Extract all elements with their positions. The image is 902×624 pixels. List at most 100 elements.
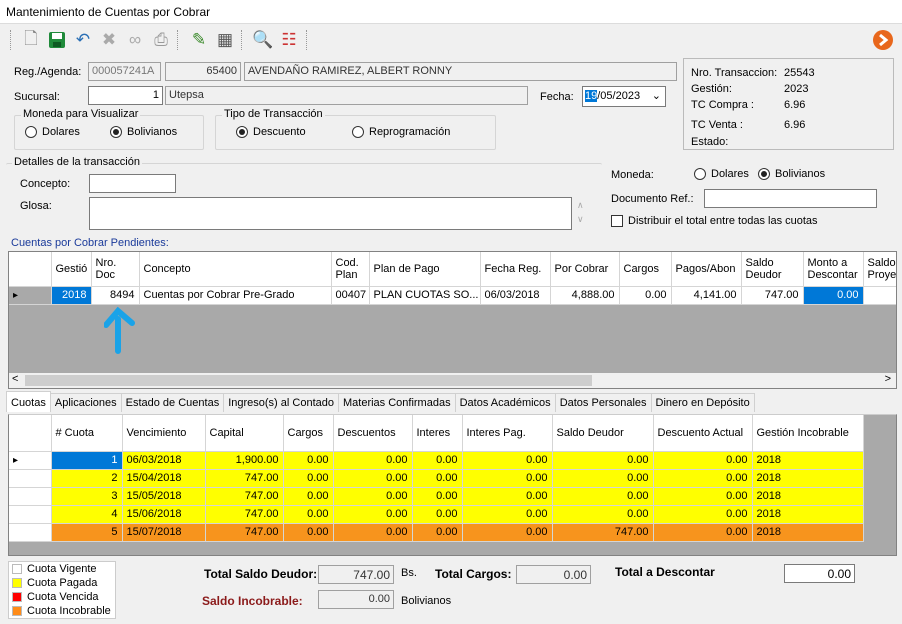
cuota-row[interactable]: ▸ 1 06/03/2018 1,900.00 0.00 0.00 0.00 0.00 0.00…	[9, 451, 864, 470]
cuentas-cell[interactable]: 00407	[331, 286, 370, 305]
preview-icon[interactable]: 🔍	[252, 29, 274, 51]
cuotas-col-header[interactable]: Descuento Actual	[653, 415, 753, 452]
radio-bolivianos[interactable]: Bolivianos	[110, 126, 177, 138]
cuentas-cell[interactable]: 2018	[51, 286, 92, 305]
cuota-cell[interactable]: 0.00	[653, 487, 753, 506]
cuota-cell[interactable]: 1,900.00	[205, 451, 284, 470]
cuota-cell[interactable]: 0.00	[653, 451, 753, 470]
report-icon[interactable]: ☷	[278, 29, 300, 51]
row-selector-icon[interactable]	[9, 469, 52, 488]
cuotas-col-header[interactable]: Vencimiento	[122, 415, 206, 452]
radio-moneda-dolares[interactable]: Dolares	[694, 168, 749, 180]
cuota-cell[interactable]: 0.00	[333, 451, 413, 470]
cuentas-cell[interactable]: 0.00	[803, 286, 864, 305]
cuota-cell[interactable]: 0.00	[283, 523, 334, 542]
cuota-cell[interactable]: 4	[51, 505, 123, 524]
cuota-cell[interactable]: 0.00	[552, 505, 654, 524]
cuotas-col-header[interactable]: Cargos	[283, 415, 334, 452]
glosa-textarea[interactable]	[89, 197, 572, 230]
cuota-cell[interactable]: 15/05/2018	[122, 487, 206, 506]
cuotas-col-header[interactable]: Descuentos	[333, 415, 413, 452]
concepto-input[interactable]	[89, 174, 176, 193]
tab-datos-acad-micos[interactable]: Datos Académicos	[454, 393, 556, 412]
cuentas-cell[interactable]: 4,141.00	[671, 286, 742, 305]
next-icon[interactable]	[872, 29, 894, 51]
cuentas-col-header[interactable]: Cod. Plan	[331, 252, 370, 287]
cuota-cell[interactable]: 0.00	[283, 451, 334, 470]
reg-code-field[interactable]: 000057241A	[88, 62, 161, 81]
cuota-cell[interactable]: 0.00	[653, 469, 753, 488]
link-icon[interactable]: ∞	[124, 29, 146, 51]
cuota-cell[interactable]: 2018	[752, 487, 864, 506]
tab-dinero-en-dep-sito[interactable]: Dinero en Depósito	[650, 393, 755, 412]
save-icon[interactable]	[46, 29, 68, 51]
cuota-cell[interactable]: 0.00	[462, 505, 553, 524]
cuota-cell[interactable]: 1	[51, 451, 123, 470]
cuota-cell[interactable]: 0.00	[333, 469, 413, 488]
cuota-row[interactable]: 4 15/06/2018 747.00 0.00 0.00 0.00 0.00 0.00 0.0…	[9, 505, 864, 524]
row-selector-icon[interactable]	[9, 487, 52, 506]
chevron-down-icon[interactable]: ⌄	[652, 89, 661, 102]
radio-moneda-bolivianos[interactable]: Bolivianos	[758, 168, 825, 180]
tab-estado-de-cuentas[interactable]: Estado de Cuentas	[120, 393, 225, 412]
cuota-cell[interactable]: 2	[51, 469, 123, 488]
sucursal-num-field[interactable]: 1	[88, 86, 163, 105]
cuotas-col-header[interactable]: Saldo Deudor	[552, 415, 654, 452]
row-selector-icon[interactable]	[9, 523, 52, 542]
cuentas-col-header[interactable]: Gestió	[51, 252, 92, 287]
cuota-cell[interactable]: 15/06/2018	[122, 505, 206, 524]
cuentas-col-header[interactable]: Concepto	[139, 252, 332, 287]
scroll-left-icon[interactable]: <	[12, 373, 18, 385]
cuotas-col-header[interactable]: Capital	[205, 415, 284, 452]
docref-input[interactable]	[704, 189, 877, 208]
cuentas-cell[interactable]: 747.00	[741, 286, 804, 305]
cuota-row[interactable]: 5 15/07/2018 747.00 0.00 0.00 0.00 0.00 747.00 0…	[9, 523, 864, 542]
tab-materias-confirmadas[interactable]: Materias Confirmadas	[337, 393, 456, 412]
cuotas-col-header[interactable]: Interes	[412, 415, 463, 452]
reg-num-field[interactable]: 65400	[165, 62, 241, 81]
cuotas-col-header[interactable]: Gestión Incobrable	[752, 415, 864, 452]
cuentas-cell[interactable]: PLAN CUOTAS SO...	[369, 286, 481, 305]
calculator-icon[interactable]: ▦	[214, 29, 236, 51]
checkbox-box[interactable]	[611, 215, 623, 227]
cuota-cell[interactable]: 747.00	[205, 469, 284, 488]
cuota-cell[interactable]: 0.00	[653, 505, 753, 524]
tab-ingreso-s-al-contado[interactable]: Ingreso(s) al Contado	[223, 393, 339, 412]
cuentas-col-header[interactable]: Plan de Pago	[369, 252, 481, 287]
cuota-cell[interactable]: 747.00	[205, 487, 284, 506]
cuentas-cell[interactable]: 8494	[91, 286, 140, 305]
cuota-cell[interactable]: 2018	[752, 505, 864, 524]
cuentas-cell[interactable]	[863, 286, 896, 305]
cuentas-cell[interactable]: Cuentas por Cobrar Pre-Grado	[139, 286, 332, 305]
cuota-cell[interactable]: 06/03/2018	[122, 451, 206, 470]
cuota-cell[interactable]: 15/04/2018	[122, 469, 206, 488]
cuota-row[interactable]: 2 15/04/2018 747.00 0.00 0.00 0.00 0.00 0.00 0.0…	[9, 469, 864, 488]
cuota-cell[interactable]: 2018	[752, 469, 864, 488]
cuota-cell[interactable]: 0.00	[552, 451, 654, 470]
cuentas-col-header[interactable]: Pagos/Abon	[671, 252, 742, 287]
cuotas-col-header[interactable]: # Cuota	[51, 415, 123, 452]
cuota-cell[interactable]: 0.00	[283, 469, 334, 488]
cuentas-cell[interactable]: 0.00	[619, 286, 672, 305]
cuota-cell[interactable]: 3	[51, 487, 123, 506]
distribuir-checkbox[interactable]: Distribuir el total entre todas las cuot…	[611, 215, 818, 227]
cuentas-col-header[interactable]: Monto a Descontar	[803, 252, 864, 287]
row-selector-icon[interactable]: ▸	[9, 451, 52, 470]
delete-icon[interactable]: ✖	[98, 29, 120, 51]
edit-icon[interactable]: ✎	[188, 29, 210, 51]
cuota-cell[interactable]: 0.00	[412, 451, 463, 470]
cuota-cell[interactable]: 0.00	[552, 469, 654, 488]
fecha-picker[interactable]: 19/05/2023 ⌄	[582, 86, 666, 107]
radio-dolares[interactable]: Dolares	[25, 126, 80, 138]
cuentas-cell[interactable]: 06/03/2018	[480, 286, 551, 305]
cuota-cell[interactable]: 0.00	[283, 505, 334, 524]
cuota-cell[interactable]: 2018	[752, 451, 864, 470]
cuota-cell[interactable]: 0.00	[333, 487, 413, 506]
cuota-cell[interactable]: 0.00	[333, 505, 413, 524]
cuota-cell[interactable]: 0.00	[333, 523, 413, 542]
radio-reprogramacion[interactable]: Reprogramación	[352, 126, 450, 138]
row-selector-icon[interactable]: ▸	[9, 286, 52, 305]
cuota-cell[interactable]: 0.00	[462, 451, 553, 470]
total-descontar-value[interactable]: 0.00	[784, 564, 855, 583]
cuentas-col-header[interactable]: Por Cobrar	[550, 252, 620, 287]
